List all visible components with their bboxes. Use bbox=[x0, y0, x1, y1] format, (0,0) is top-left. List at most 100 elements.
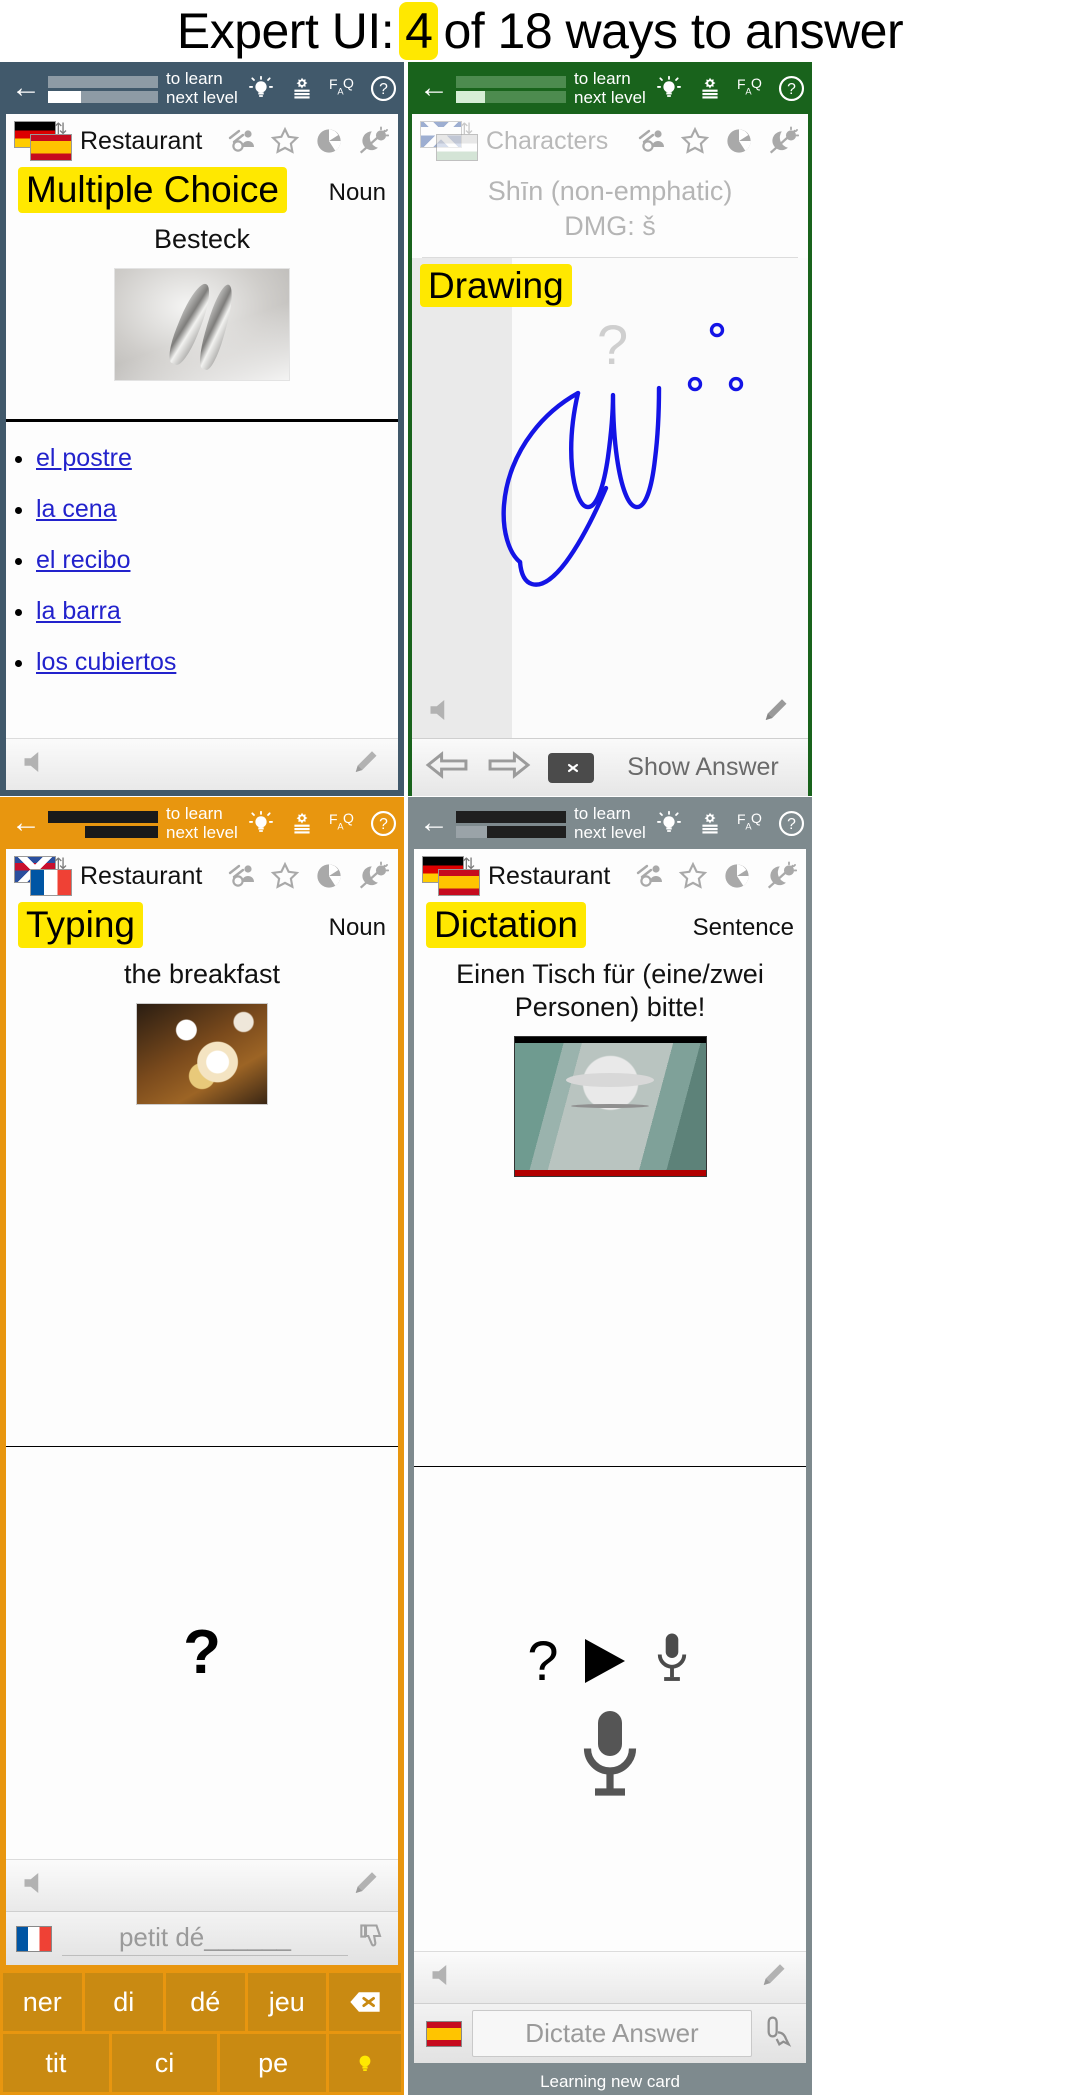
pencil-icon[interactable] bbox=[760, 695, 794, 730]
star-icon[interactable] bbox=[676, 859, 710, 893]
answer-option[interactable]: el postre bbox=[36, 444, 132, 472]
pencil-icon[interactable] bbox=[758, 1960, 792, 1995]
svg-text:F: F bbox=[329, 811, 338, 827]
microphone-large-icon[interactable] bbox=[571, 1705, 649, 1806]
pie-chart-icon[interactable] bbox=[722, 124, 756, 158]
progress-bars bbox=[456, 809, 566, 838]
key-token[interactable]: tit bbox=[3, 2034, 109, 2092]
progress-labels: to learn next level bbox=[574, 804, 646, 842]
help-icon[interactable]: ? bbox=[369, 73, 399, 103]
day-night-icon[interactable] bbox=[356, 859, 390, 893]
answer-option[interactable]: la barra bbox=[36, 597, 121, 625]
answer-placeholder: ? bbox=[527, 1628, 559, 1692]
speaker-icon[interactable] bbox=[428, 1960, 462, 1995]
flag-pair: ⇅ bbox=[14, 121, 76, 161]
progress-bars bbox=[48, 809, 158, 838]
answer-placeholder: ? bbox=[183, 1618, 221, 1688]
help-icon[interactable]: ? bbox=[777, 808, 807, 838]
back-arrow-icon[interactable]: ← bbox=[416, 808, 452, 838]
flag-pair: ⇅ bbox=[14, 856, 76, 896]
answer-option[interactable]: la cena bbox=[36, 495, 117, 523]
flag-pair: ⇅ bbox=[420, 121, 482, 161]
progress-next-level bbox=[456, 825, 566, 838]
arrow-left-icon[interactable] bbox=[424, 748, 470, 787]
key-token[interactable]: jeu bbox=[247, 1973, 326, 2031]
answer-list: el postre la cena el recibo la barra los… bbox=[6, 422, 398, 738]
day-night-icon[interactable] bbox=[764, 859, 798, 893]
key-token[interactable]: dé bbox=[166, 1973, 245, 2031]
font-size-icon[interactable]: FAQ bbox=[736, 808, 766, 838]
pencil-icon[interactable] bbox=[350, 747, 384, 782]
play-icon[interactable] bbox=[584, 1638, 625, 1683]
list-item[interactable]: el recibo bbox=[36, 546, 386, 575]
prompt-text: the breakfast bbox=[123, 958, 281, 989]
pie-chart-icon[interactable] bbox=[312, 859, 346, 893]
speaker-icon[interactable] bbox=[426, 695, 460, 730]
toolbar-icons: FAQ ? bbox=[246, 808, 404, 838]
progress-to-learn bbox=[456, 75, 566, 88]
star-icon[interactable] bbox=[678, 124, 712, 158]
card-header: ⇅ Characters bbox=[412, 114, 808, 165]
back-arrow-icon[interactable]: ← bbox=[8, 808, 44, 838]
link-person-icon[interactable] bbox=[224, 124, 258, 158]
star-icon[interactable] bbox=[268, 124, 302, 158]
lightbulb-icon[interactable] bbox=[246, 808, 276, 838]
list-item[interactable]: los cubiertos bbox=[36, 648, 386, 677]
link-person-icon[interactable] bbox=[632, 859, 666, 893]
thumb-down-icon[interactable] bbox=[358, 1922, 388, 1955]
prompt-image bbox=[424, 1035, 796, 1177]
speaker-icon[interactable] bbox=[20, 1868, 54, 1903]
card-header-icons bbox=[634, 124, 800, 158]
hint-bulb-key-icon[interactable] bbox=[329, 2034, 402, 2092]
pie-chart-icon[interactable] bbox=[312, 124, 346, 158]
lightbulb-icon[interactable] bbox=[654, 73, 684, 103]
font-size-icon[interactable]: FAQ bbox=[328, 73, 358, 103]
list-item[interactable]: el postre bbox=[36, 444, 386, 473]
gear-cards-icon[interactable] bbox=[695, 73, 725, 103]
answer-option[interactable]: el recibo bbox=[36, 546, 131, 574]
lightbulb-icon[interactable] bbox=[654, 808, 684, 838]
key-token[interactable]: ner bbox=[3, 1973, 82, 2031]
prompt-block: Shīn (non-emphatic) DMG: š bbox=[412, 165, 808, 257]
list-item[interactable]: la cena bbox=[36, 495, 386, 524]
gear-cards-icon[interactable] bbox=[287, 73, 317, 103]
key-token[interactable]: pe bbox=[220, 2034, 327, 2092]
toolbar: ← to learn next level FAQ ? bbox=[0, 797, 404, 849]
arrow-right-icon[interactable] bbox=[486, 748, 532, 787]
list-item[interactable]: la barra bbox=[36, 597, 386, 626]
drawing-canvas[interactable]: Drawing ? bbox=[412, 257, 808, 738]
star-icon[interactable] bbox=[268, 859, 302, 893]
progress-labels: to learn next level bbox=[166, 804, 238, 842]
answer-option[interactable]: los cubiertos bbox=[36, 648, 176, 676]
help-icon[interactable]: ? bbox=[777, 73, 807, 103]
backspace-key-icon[interactable] bbox=[329, 1973, 401, 2031]
typing-input[interactable]: petit dé______ bbox=[62, 1922, 348, 1956]
svg-text:Q: Q bbox=[343, 75, 354, 91]
pencil-icon[interactable] bbox=[350, 1868, 384, 1903]
back-arrow-icon[interactable]: ← bbox=[8, 73, 44, 103]
lightbulb-icon[interactable] bbox=[246, 73, 276, 103]
pos-label: Noun bbox=[328, 179, 386, 206]
day-night-icon[interactable] bbox=[356, 124, 390, 158]
back-arrow-icon[interactable]: ← bbox=[416, 73, 452, 103]
gear-cards-icon[interactable] bbox=[695, 808, 725, 838]
gear-cards-icon[interactable] bbox=[287, 808, 317, 838]
dictate-answer-input[interactable]: Dictate Answer bbox=[472, 2010, 752, 2057]
font-size-icon[interactable]: FAQ bbox=[328, 808, 358, 838]
mic-tap-icon[interactable] bbox=[762, 2015, 794, 2052]
pie-chart-icon[interactable] bbox=[720, 859, 754, 893]
help-icon[interactable]: ? bbox=[369, 808, 399, 838]
show-answer-button[interactable]: Show Answer bbox=[610, 753, 796, 782]
key-token[interactable]: ci bbox=[111, 2034, 218, 2092]
backspace-icon[interactable] bbox=[548, 752, 594, 783]
speaker-icon[interactable] bbox=[20, 747, 54, 782]
link-person-icon[interactable] bbox=[634, 124, 668, 158]
key-token[interactable]: di bbox=[84, 1973, 163, 2031]
flag-fr bbox=[16, 1925, 52, 1952]
flag-fr bbox=[30, 869, 72, 896]
category-label: Restaurant bbox=[80, 861, 203, 890]
microphone-icon[interactable] bbox=[651, 1630, 693, 1691]
day-night-icon[interactable] bbox=[766, 124, 800, 158]
link-person-icon[interactable] bbox=[224, 859, 258, 893]
font-size-icon[interactable]: FAQ bbox=[736, 73, 766, 103]
